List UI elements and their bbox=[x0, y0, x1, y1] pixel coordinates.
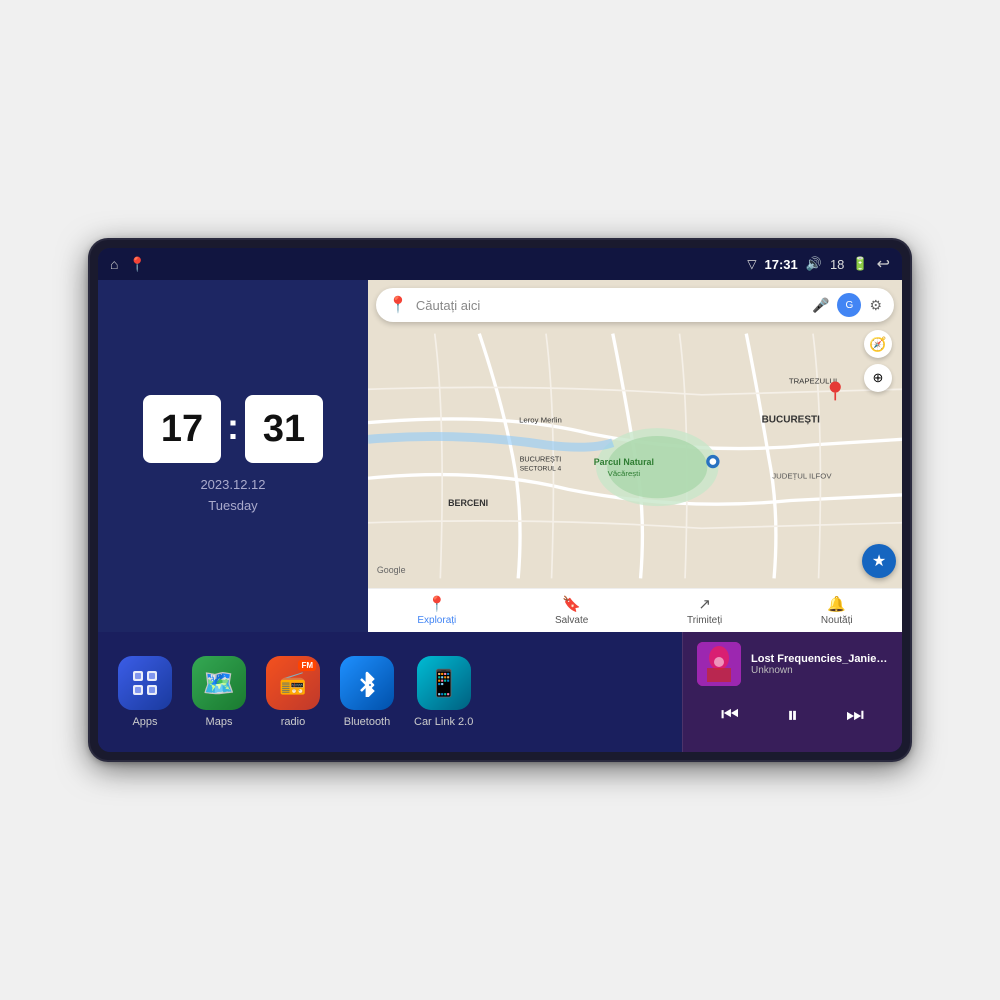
clock-hour: 17 bbox=[143, 395, 221, 463]
map-nav-explore-label: Explorați bbox=[417, 615, 456, 626]
svg-text:BUCUREȘTI: BUCUREȘTI bbox=[762, 415, 821, 426]
app-item-radio[interactable]: 📻 FM radio bbox=[266, 656, 320, 728]
media-title: Lost Frequencies_Janieck Devy-... bbox=[751, 653, 888, 665]
play-pause-button[interactable]: ⏸ bbox=[779, 698, 806, 732]
map-settings-icon[interactable]: ⚙ bbox=[869, 297, 882, 314]
map-nav-explore[interactable]: 📍 Explorați bbox=[417, 595, 456, 626]
date-info: 2023.12.12 Tuesday bbox=[200, 475, 265, 517]
media-track-info: Lost Frequencies_Janieck Devy-... Unknow… bbox=[697, 642, 888, 686]
prev-button[interactable]: ⏮ bbox=[713, 700, 747, 731]
apps-section: Apps 🗺️ Maps 📻 FM radio bbox=[98, 632, 682, 752]
media-artist: Unknown bbox=[751, 665, 888, 676]
map-nav-saved[interactable]: 🔖 Salvate bbox=[555, 595, 588, 626]
svg-text:TRAPEZULUI: TRAPEZULUI bbox=[789, 377, 837, 386]
clock-colon: : bbox=[227, 406, 239, 448]
status-right: ▽ 17:31 🔊 18 🔋 ↩ bbox=[747, 254, 890, 274]
carlink-label: Car Link 2.0 bbox=[414, 716, 473, 728]
main-content: 17 : 31 2023.12.12 Tuesday bbox=[98, 280, 902, 752]
clock-display: 17 : 31 bbox=[143, 395, 323, 463]
radio-label: radio bbox=[281, 716, 305, 728]
clock-widget: 17 : 31 2023.12.12 Tuesday bbox=[98, 280, 368, 632]
map-nav-send-label: Trimiteți bbox=[687, 615, 722, 626]
map-widget[interactable]: Parcul Natural Văcărești BUCUREȘTI JUDEȚ… bbox=[368, 280, 902, 632]
maps-icon-box: 🗺️ bbox=[192, 656, 246, 710]
bottom-section: Apps 🗺️ Maps 📻 FM radio bbox=[98, 632, 902, 752]
app-item-carlink[interactable]: 📱 Car Link 2.0 bbox=[414, 656, 473, 728]
compass-button[interactable]: 🧭 bbox=[864, 330, 892, 358]
bookmark-icon: 🔖 bbox=[562, 595, 581, 613]
apps-label: Apps bbox=[132, 716, 157, 728]
home-icon[interactable]: ⌂ bbox=[110, 256, 118, 272]
day-value: Tuesday bbox=[200, 496, 265, 517]
media-thumbnail bbox=[697, 642, 741, 686]
bluetooth-icon-box bbox=[340, 656, 394, 710]
svg-text:Google: Google bbox=[377, 565, 406, 575]
svg-text:BUCUREȘTI: BUCUREȘTI bbox=[520, 455, 562, 464]
map-nav-send[interactable]: ↗ Trimiteți bbox=[687, 595, 722, 626]
clock-minute: 31 bbox=[245, 395, 323, 463]
map-pin-search-icon: 📍 bbox=[388, 295, 408, 315]
maps-status-icon[interactable]: 📍 bbox=[128, 256, 145, 273]
share-icon: ↗ bbox=[698, 595, 711, 613]
media-player: Lost Frequencies_Janieck Devy-... Unknow… bbox=[682, 632, 902, 752]
mic-icon[interactable]: 🎤 bbox=[812, 297, 829, 314]
app-item-bluetooth[interactable]: Bluetooth bbox=[340, 656, 394, 728]
signal-icon: ▽ bbox=[747, 257, 756, 271]
svg-text:SECTORUL 4: SECTORUL 4 bbox=[520, 465, 562, 472]
svg-text:JUDEȚUL ILFOV: JUDEȚUL ILFOV bbox=[772, 471, 832, 480]
apps-icon-box bbox=[118, 656, 172, 710]
bluetooth-label: Bluetooth bbox=[344, 716, 390, 728]
map-search-input[interactable]: Căutați aici bbox=[416, 298, 804, 313]
media-text: Lost Frequencies_Janieck Devy-... Unknow… bbox=[751, 653, 888, 676]
svg-text:BERCENI: BERCENI bbox=[448, 498, 488, 508]
map-search-bar[interactable]: 📍 Căutați aici 🎤 G ⚙ bbox=[376, 288, 894, 322]
battery-icon: 🔋 bbox=[852, 256, 868, 272]
map-nav-saved-label: Salvate bbox=[555, 615, 588, 626]
user-avatar[interactable]: G bbox=[837, 293, 861, 317]
battery-level: 18 bbox=[830, 257, 844, 272]
map-nav-news-label: Noutăți bbox=[821, 615, 853, 626]
back-icon[interactable]: ↩ bbox=[877, 254, 890, 274]
screen: ⌂ 📍 ▽ 17:31 🔊 18 🔋 ↩ 17 : 31 bbox=[98, 248, 902, 752]
svg-text:Văcărești: Văcărești bbox=[608, 469, 641, 478]
fm-badge: FM bbox=[298, 660, 316, 671]
media-controls: ⏮ ⏸ ⏭ bbox=[697, 694, 888, 736]
app-item-maps[interactable]: 🗺️ Maps bbox=[192, 656, 246, 728]
maps-label: Maps bbox=[206, 716, 233, 728]
svg-text:Parcul Natural: Parcul Natural bbox=[594, 457, 654, 467]
status-left: ⌂ 📍 bbox=[110, 256, 146, 273]
map-nav-news[interactable]: 🔔 Noutăți bbox=[821, 595, 853, 626]
carlink-icon-box: 📱 bbox=[417, 656, 471, 710]
bell-icon: 🔔 bbox=[827, 595, 846, 613]
status-bar: ⌂ 📍 ▽ 17:31 🔊 18 🔋 ↩ bbox=[98, 248, 902, 280]
volume-icon: 🔊 bbox=[806, 256, 822, 272]
explore-icon: 📍 bbox=[427, 595, 446, 613]
app-item-apps[interactable]: Apps bbox=[118, 656, 172, 728]
car-head-unit: ⌂ 📍 ▽ 17:31 🔊 18 🔋 ↩ 17 : 31 bbox=[90, 240, 910, 760]
top-section: 17 : 31 2023.12.12 Tuesday bbox=[98, 280, 902, 632]
map-bottom-bar: 📍 Explorați 🔖 Salvate ↗ Trimiteți 🔔 bbox=[368, 588, 902, 632]
date-value: 2023.12.12 bbox=[200, 475, 265, 496]
svg-text:Leroy Merlin: Leroy Merlin bbox=[519, 416, 562, 425]
next-button[interactable]: ⏭ bbox=[838, 700, 872, 731]
radio-icon-box: 📻 FM bbox=[266, 656, 320, 710]
map-layers-button[interactable]: ⊕ bbox=[864, 364, 892, 392]
map-navigate-button[interactable]: ★ bbox=[862, 544, 896, 578]
status-time: 17:31 bbox=[765, 257, 798, 272]
